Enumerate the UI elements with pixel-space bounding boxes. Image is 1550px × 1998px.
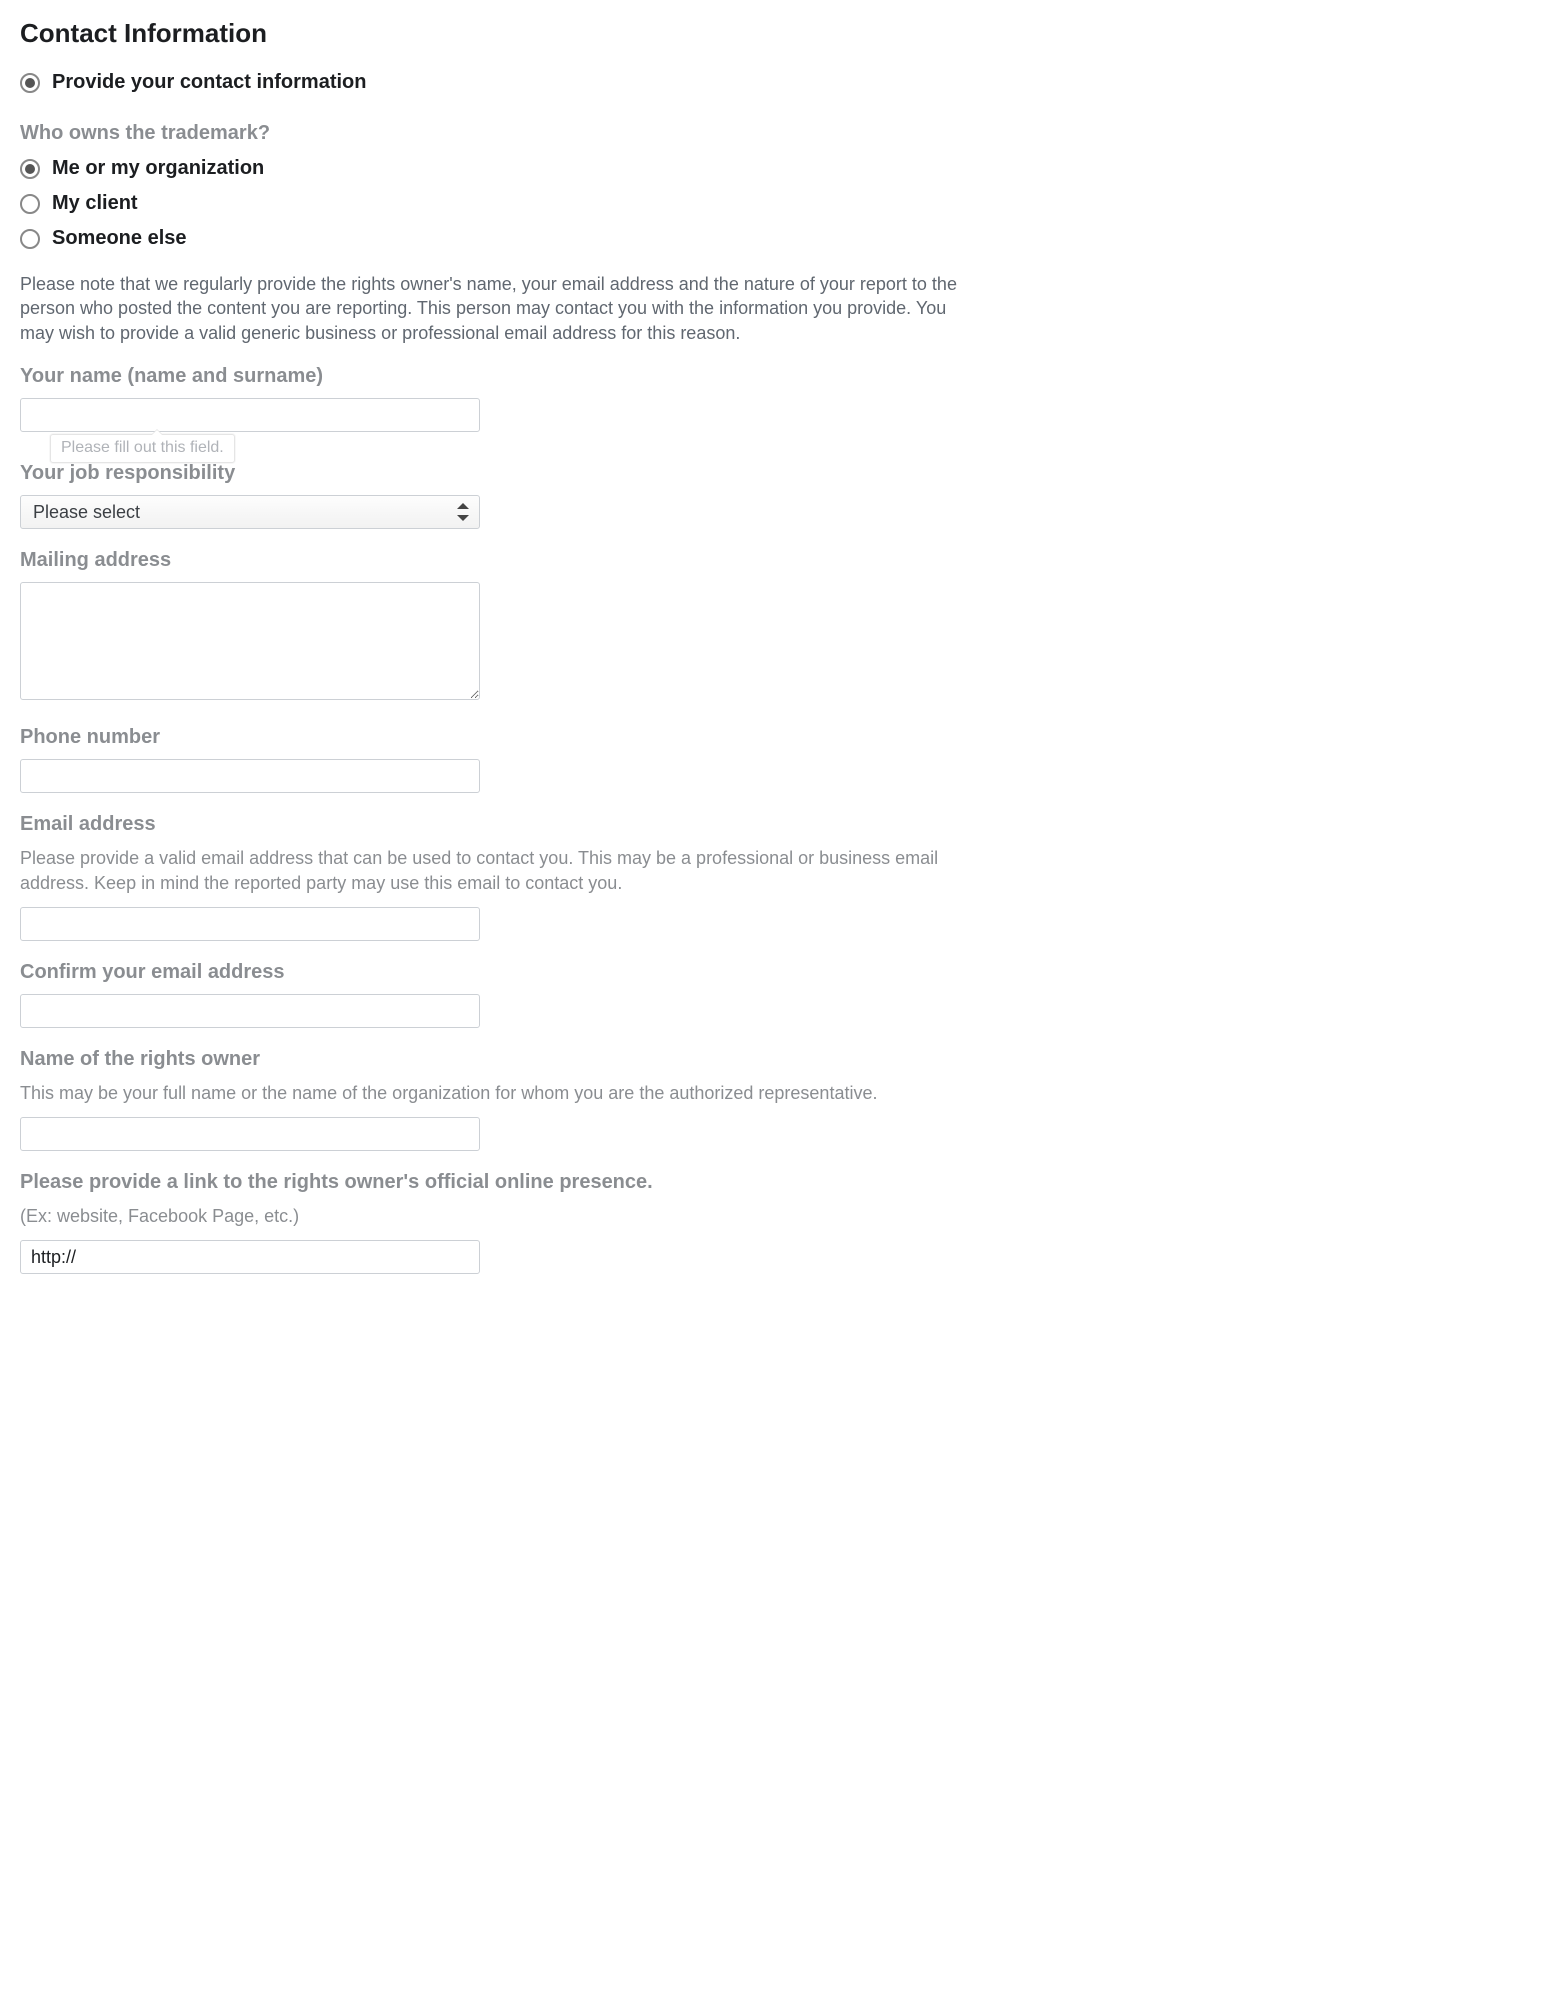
select-arrows-icon <box>457 503 469 521</box>
disclosure-note: Please note that we regularly provide th… <box>20 272 960 345</box>
name-label: Your name (name and surname) <box>20 363 960 390</box>
ownership-option-client-label: My client <box>52 190 138 217</box>
confirm-email-input[interactable] <box>20 994 480 1028</box>
radio-selected-icon <box>20 73 40 93</box>
phone-number-input[interactable] <box>20 759 480 793</box>
provide-contact-info-option[interactable]: Provide your contact information <box>20 69 960 96</box>
section-title: Contact Information <box>20 16 960 51</box>
rights-owner-name-input[interactable] <box>20 1117 480 1151</box>
job-responsibility-selected-value: Please select <box>33 500 140 524</box>
confirm-email-label: Confirm your email address <box>20 959 960 986</box>
mailing-address-input[interactable] <box>20 582 480 700</box>
rights-owner-name-helper: This may be your full name or the name o… <box>20 1081 960 1105</box>
mailing-address-label: Mailing address <box>20 547 960 574</box>
contact-information-form: Contact Information Provide your contact… <box>0 0 980 1314</box>
email-address-label: Email address <box>20 811 960 838</box>
ownership-option-self-label: Me or my organization <box>52 155 264 182</box>
name-validation-tooltip: Please fill out this field. <box>50 434 235 463</box>
ownership-question: Who owns the trademark? <box>20 120 960 147</box>
phone-number-label: Phone number <box>20 724 960 751</box>
online-presence-link-label: Please provide a link to the rights owne… <box>20 1169 960 1196</box>
ownership-option-self[interactable]: Me or my organization <box>20 155 960 182</box>
email-address-input[interactable] <box>20 907 480 941</box>
name-input[interactable] <box>20 398 480 432</box>
job-responsibility-label: Your job responsibility <box>20 460 960 487</box>
radio-unselected-icon <box>20 194 40 214</box>
provide-contact-info-label: Provide your contact information <box>52 69 366 96</box>
rights-owner-name-label: Name of the rights owner <box>20 1046 960 1073</box>
email-address-helper: Please provide a valid email address tha… <box>20 846 960 895</box>
ownership-option-other[interactable]: Someone else <box>20 225 960 252</box>
radio-selected-icon <box>20 159 40 179</box>
online-presence-link-input[interactable] <box>20 1240 480 1274</box>
online-presence-link-helper: (Ex: website, Facebook Page, etc.) <box>20 1204 960 1228</box>
job-responsibility-select[interactable]: Please select <box>20 495 480 529</box>
radio-unselected-icon <box>20 229 40 249</box>
ownership-option-client[interactable]: My client <box>20 190 960 217</box>
ownership-option-other-label: Someone else <box>52 225 187 252</box>
